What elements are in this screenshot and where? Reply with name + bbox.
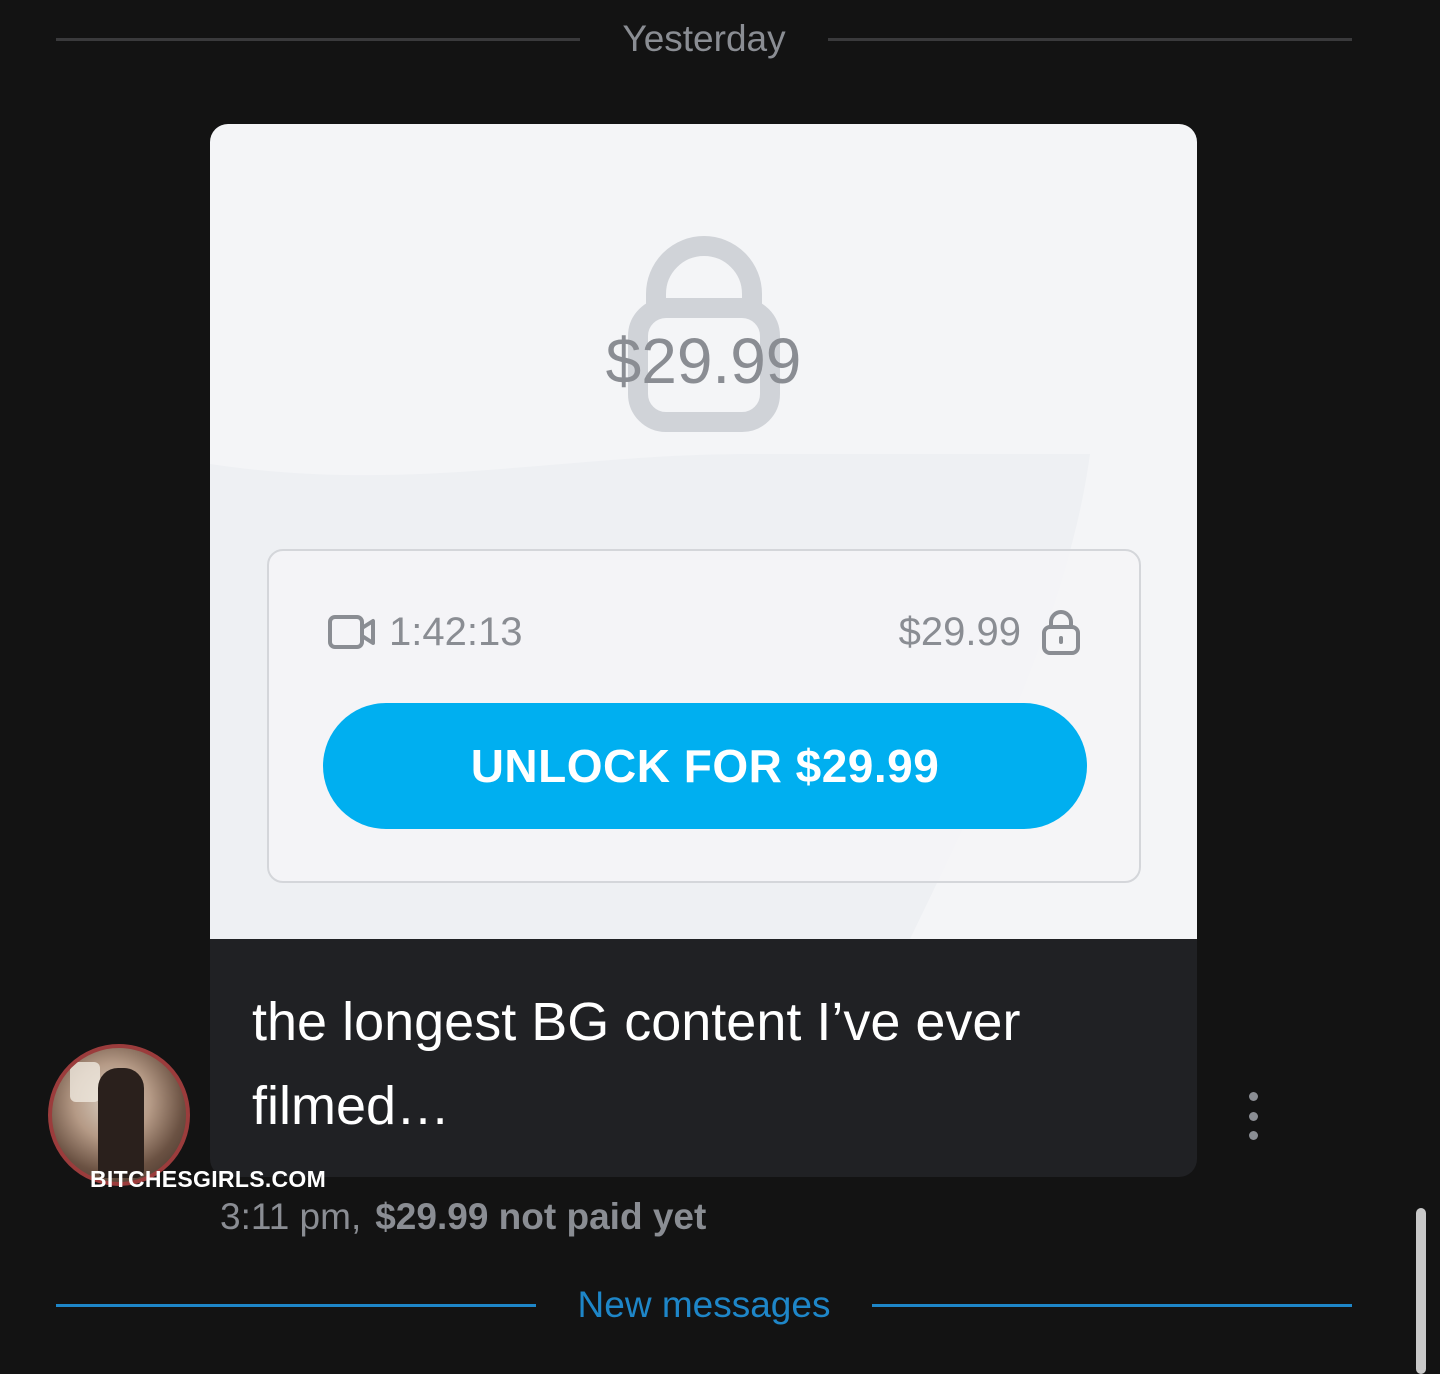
payment-status: $29.99 not paid yet [375,1196,707,1237]
lock-icon [1042,610,1080,655]
avatar-figure [98,1068,144,1178]
message-caption: the longest BG content I’ve ever filmed… [252,992,1021,1136]
scrollbar[interactable] [1416,1208,1426,1374]
more-options-icon[interactable] [1240,1092,1266,1140]
kebab-dot [1248,1131,1258,1140]
price-overlay: $29.99 [605,325,802,397]
day-divider: Yesterday [56,18,1353,60]
message-meta: 3:11 pm, $29.99 not paid yet [220,1196,706,1238]
media-price: $29.99 [898,609,1021,654]
avatar-highlight [70,1062,100,1102]
unlock-button[interactable]: UNLOCK FOR $29.99 [323,703,1087,829]
duration-group: 1:42:13 [327,610,522,655]
new-messages-label[interactable]: New messages [536,1284,873,1326]
media-info-row: 1:42:13 $29.99 [327,605,1081,659]
day-divider-label: Yesterday [622,18,786,59]
kebab-dot [1248,1111,1258,1121]
message-time: 3:11 pm, [220,1196,362,1237]
divider-line-right [827,37,1353,41]
divider-line-left [56,37,581,41]
price-group: $29.99 [899,608,1081,656]
locked-media[interactable]: $29.99 1:42:13 $29.99 UNLOCK FOR $29.99 [210,124,1197,939]
watermark: BITCHESGIRLS.COM [90,1166,327,1192]
video-icon [328,615,375,649]
kebab-dot [1248,1092,1258,1101]
video-duration: 1:42:13 [389,609,523,654]
avatar[interactable] [48,1044,190,1186]
divider-line-right [872,1303,1352,1307]
purchase-panel: 1:42:13 $29.99 UNLOCK FOR $29.99 [267,549,1141,883]
divider-line-left [56,1303,536,1307]
message-card: $29.99 1:42:13 $29.99 UNLOCK FOR $29.99 … [210,124,1197,1177]
new-messages-divider: New messages [56,1284,1352,1326]
